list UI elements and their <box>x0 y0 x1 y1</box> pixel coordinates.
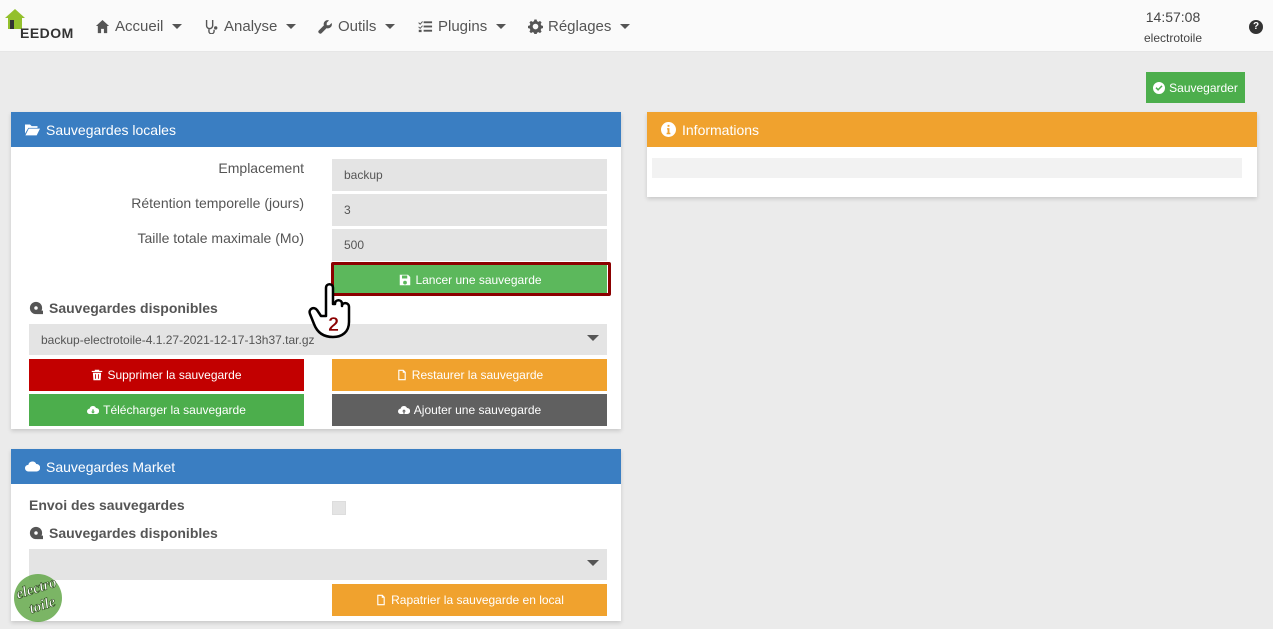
info-circle-icon <box>661 122 676 137</box>
market-available-text: Sauvegardes disponibles <box>49 525 218 541</box>
cloud-icon <box>25 461 40 472</box>
file-icon <box>398 369 406 381</box>
informations-panel: Informations <box>647 112 1257 197</box>
clock-time: 14:57:08 <box>1145 9 1201 25</box>
hdd-icon <box>29 301 43 315</box>
chevron-down-icon <box>496 24 507 29</box>
top-navbar: EEDOM Accueil Analyse Outils Plugins Rég… <box>0 0 1273 52</box>
max-size-input[interactable]: 500 <box>332 229 607 261</box>
nav-plugins[interactable]: Plugins <box>418 18 507 35</box>
nav-accueil-label: Accueil <box>115 18 164 35</box>
informations-header: Informations <box>647 112 1257 147</box>
host-name: electrotoile <box>1143 31 1203 45</box>
max-size-label: Taille totale maximale (Mo) <box>137 230 305 246</box>
electrotoile-watermark: electro toile <box>14 574 62 622</box>
chevron-down-icon <box>172 24 183 29</box>
wrench-icon <box>318 20 332 34</box>
delete-backup-button[interactable]: Supprimer la sauvegarde <box>29 359 304 391</box>
location-label: Emplacement <box>218 160 304 176</box>
informations-title: Informations <box>682 121 760 138</box>
available-backups-label: Sauvegardes disponibles <box>29 300 218 316</box>
brand-text: EEDOM <box>20 25 74 41</box>
restore-backup-button[interactable]: Restaurer la sauvegarde <box>332 359 607 391</box>
hdd-icon <box>29 526 43 540</box>
cloud-upload-icon <box>397 405 410 414</box>
available-backups-text: Sauvegardes disponibles <box>49 300 218 316</box>
highlight-frame <box>331 262 611 296</box>
repatriate-backup-label: Rapatrier la sauvegarde en local <box>391 593 564 607</box>
nav-outils-label: Outils <box>338 18 377 35</box>
nav-analyse-label: Analyse <box>224 18 278 35</box>
delete-backup-label: Supprimer la sauvegarde <box>107 368 242 382</box>
nav-plugins-label: Plugins <box>438 18 488 35</box>
clock: 14:57:08 electrotoile <box>1133 9 1213 45</box>
jeedom-logo[interactable]: EEDOM <box>4 8 76 44</box>
market-backups-title: Sauvegardes Market <box>46 458 176 475</box>
chevron-down-icon <box>385 24 396 29</box>
informations-content <box>652 158 1242 178</box>
restore-backup-label: Restaurer la sauvegarde <box>411 368 544 382</box>
dropdown-arrow-icon <box>587 560 599 566</box>
check-circle-icon <box>1153 81 1166 94</box>
file-icon <box>377 594 385 606</box>
send-backups-label: Envoi des sauvegardes <box>29 497 185 513</box>
nav-outils[interactable]: Outils <box>318 18 396 35</box>
retention-input[interactable]: 3 <box>332 194 607 226</box>
add-backup-label: Ajouter une sauvegarde <box>413 403 542 417</box>
help-icon[interactable]: ? <box>1249 20 1263 34</box>
nav-reglages[interactable]: Réglages <box>528 18 631 35</box>
retention-label: Rétention temporelle (jours) <box>131 195 304 211</box>
download-backup-button[interactable]: Télécharger la sauvegarde <box>29 394 304 426</box>
repatriate-backup-button[interactable]: Rapatrier la sauvegarde en local <box>332 584 607 616</box>
hand-pointer-icon: 2 <box>308 283 351 339</box>
send-backups-checkbox[interactable] <box>332 501 346 515</box>
local-backups-header: Sauvegardes locales <box>11 112 621 147</box>
home-icon <box>95 19 110 34</box>
tasks-icon <box>418 21 433 33</box>
nav-accueil[interactable]: Accueil <box>95 18 183 35</box>
add-backup-button[interactable]: Ajouter une sauvegarde <box>332 394 607 426</box>
cog-icon <box>528 19 543 34</box>
location-input[interactable]: backup <box>332 159 607 191</box>
nav-analyse[interactable]: Analyse <box>204 18 297 35</box>
save-button[interactable]: Sauvegarder <box>1146 72 1245 103</box>
trash-icon <box>92 369 103 381</box>
step-number: 2 <box>328 314 339 336</box>
dropdown-arrow-icon <box>587 335 599 341</box>
save-button-label: Sauvegarder <box>1169 80 1238 95</box>
chevron-down-icon <box>620 24 631 29</box>
chevron-down-icon <box>286 24 297 29</box>
download-backup-label: Télécharger la sauvegarde <box>103 403 246 417</box>
stethoscope-icon <box>205 19 218 34</box>
market-available-label: Sauvegardes disponibles <box>29 525 218 541</box>
market-backups-header: Sauvegardes Market <box>11 449 621 484</box>
backup-select-value: backup-electrotoile-4.1.27-2021-12-17-13… <box>41 332 315 347</box>
nav-reglages-label: Réglages <box>548 18 612 35</box>
cloud-download-icon <box>87 405 100 414</box>
market-backup-select[interactable] <box>29 549 607 580</box>
folder-open-icon <box>25 124 40 136</box>
local-backups-title: Sauvegardes locales <box>46 121 176 138</box>
